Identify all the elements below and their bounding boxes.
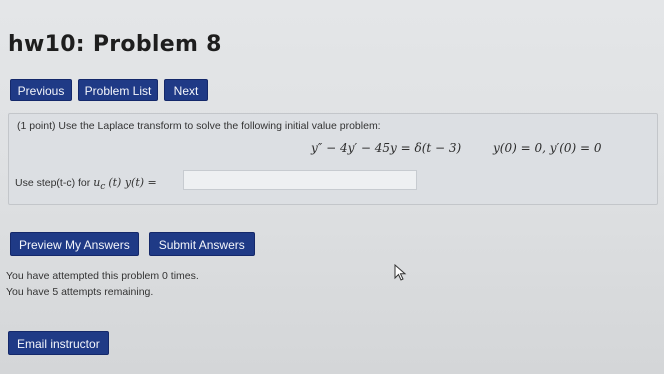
hint-step-subscript: c <box>100 181 106 193</box>
hint-suffix: (t) y(t) = <box>108 176 157 189</box>
attempts-remaining: You have 5 attempts remaining. <box>6 286 154 298</box>
problem-list-button[interactable]: Problem List <box>78 79 158 101</box>
initial-conditions: y(0) = 0, y′(0) = 0 <box>493 141 602 155</box>
differential-equation: y″ − 4y′ − 45y = δ(t − 3) <box>311 141 462 155</box>
problem-panel: (1 point) Use the Laplace transform to s… <box>8 113 658 205</box>
page-title: hw10: Problem 8 <box>8 32 222 57</box>
answer-input[interactable] <box>183 170 417 190</box>
hint-prefix: Use step(t-c) for <box>15 177 91 189</box>
answer-hint: Use step(t-c) for uc (t) y(t) = <box>15 176 157 192</box>
answer-actions: Preview My Answers Submit Answers <box>10 232 255 256</box>
previous-button[interactable]: Previous <box>10 79 72 101</box>
hint-step-symbol: uc <box>93 176 106 193</box>
page: hw10: Problem 8 Previous Problem List Ne… <box>0 0 664 374</box>
mouse-pointer-icon <box>394 264 407 281</box>
attempts-info: You have attempted this problem 0 times.… <box>6 268 199 300</box>
preview-answers-button[interactable]: Preview My Answers <box>10 232 139 256</box>
problem-statement: (1 point) Use the Laplace transform to s… <box>17 120 381 132</box>
problem-nav: Previous Problem List Next <box>10 79 208 101</box>
email-instructor-button[interactable]: Email instructor <box>8 331 109 355</box>
attempts-made: You have attempted this problem 0 times. <box>6 270 199 282</box>
submit-answers-button[interactable]: Submit Answers <box>148 232 255 256</box>
next-button[interactable]: Next <box>164 79 208 101</box>
